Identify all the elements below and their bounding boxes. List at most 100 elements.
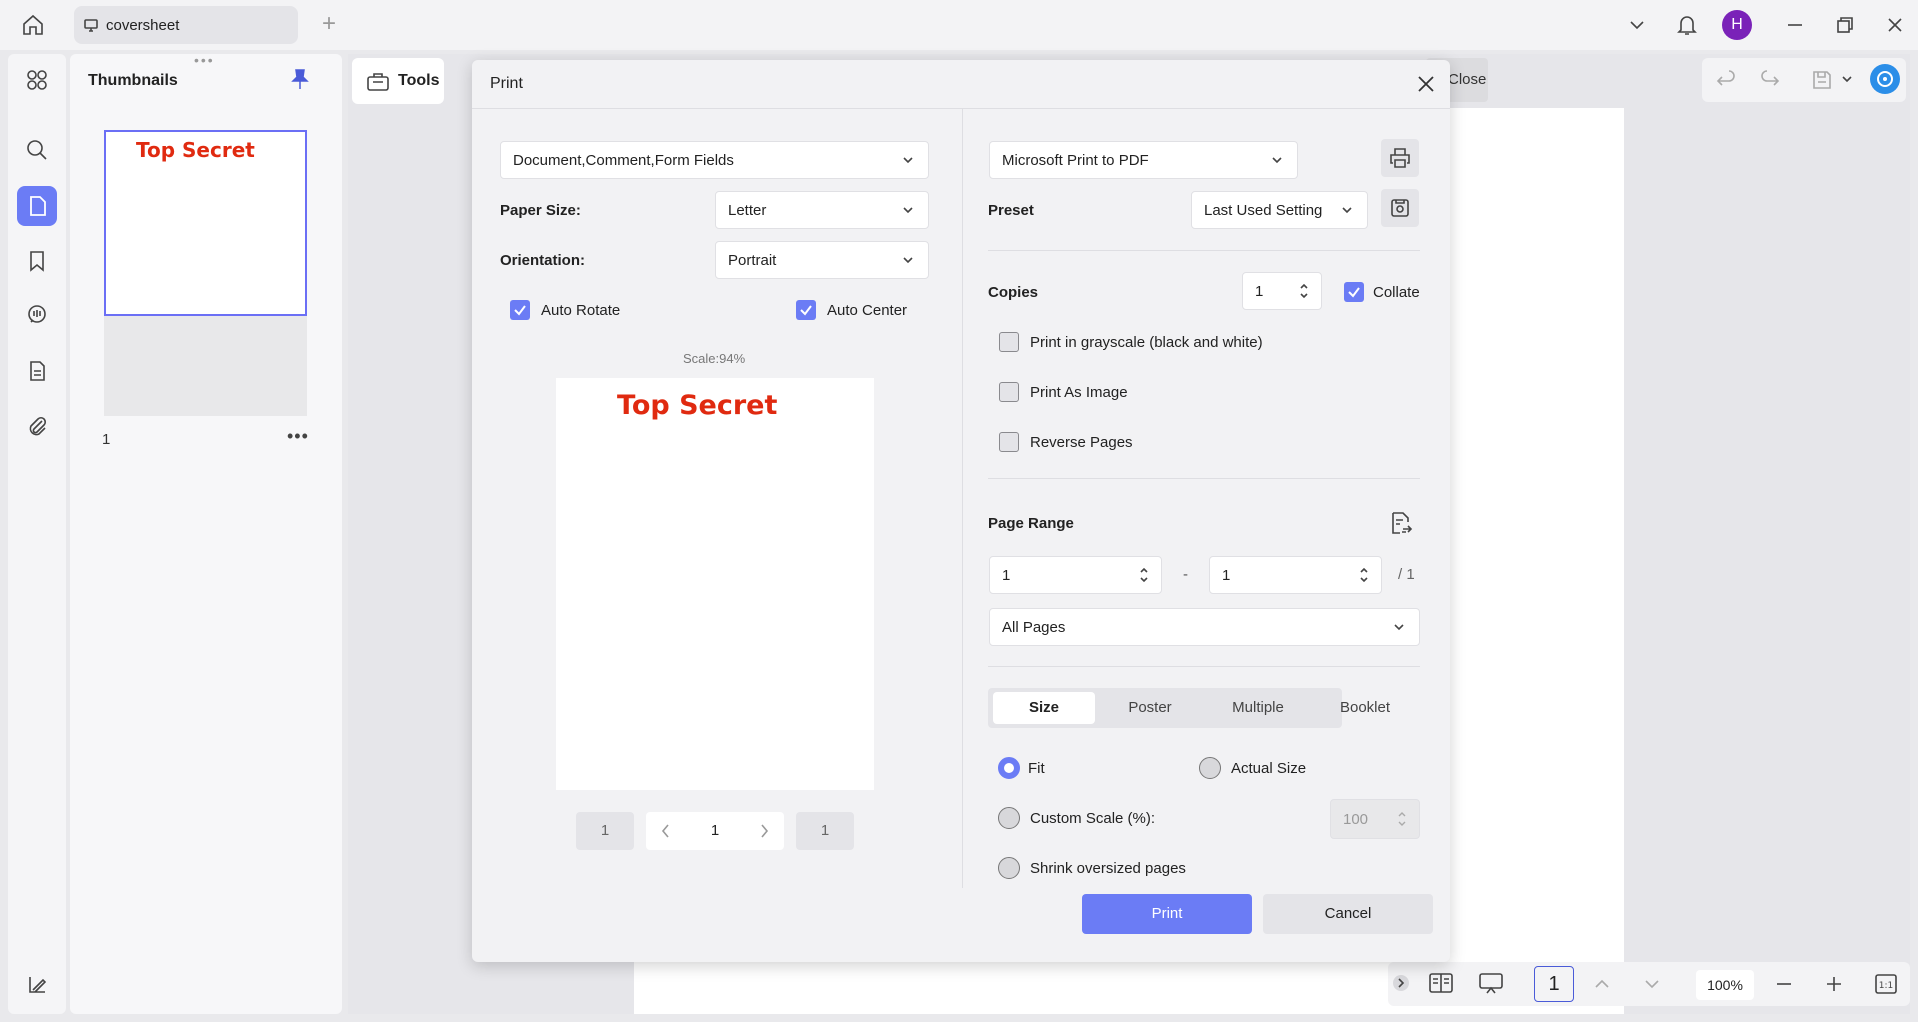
- current-page-input[interactable]: 1: [1534, 966, 1574, 1002]
- chevron-right-icon[interactable]: [758, 812, 770, 850]
- stepper-arrows-icon[interactable]: [1397, 809, 1407, 829]
- chevron-down-icon[interactable]: [1624, 12, 1650, 38]
- scale-label: Scale:94%: [683, 351, 746, 366]
- orientation-select[interactable]: Portrait: [715, 241, 929, 279]
- save-menu-chevron-icon[interactable]: [1840, 72, 1854, 86]
- toolbox-icon: [367, 73, 389, 91]
- comment-icon[interactable]: [17, 295, 57, 335]
- tools-label: Tools: [398, 72, 440, 89]
- page-range-label: Page Range: [988, 515, 1074, 532]
- custom-scale-stepper[interactable]: 100: [1330, 799, 1420, 839]
- pin-icon[interactable]: [290, 68, 310, 90]
- section-divider: [988, 478, 1420, 479]
- paper-size-select[interactable]: Letter: [715, 191, 929, 229]
- presentation-icon[interactable]: [1478, 971, 1504, 995]
- minimize-icon[interactable]: [1782, 12, 1808, 38]
- drag-handle[interactable]: •••: [194, 52, 215, 68]
- tab-poster[interactable]: Poster: [1099, 692, 1201, 724]
- form-icon[interactable]: [17, 351, 57, 391]
- print-button[interactable]: Print: [1082, 894, 1252, 934]
- zoom-level[interactable]: 100%: [1696, 970, 1754, 1000]
- grayscale-checkbox[interactable]: [999, 332, 1019, 352]
- page-layout-icon[interactable]: [1428, 971, 1454, 995]
- thumbnail-page-number: 1: [102, 431, 111, 448]
- print-as-image-label: Print As Image: [1030, 384, 1128, 401]
- auto-rotate-checkbox[interactable]: [510, 300, 530, 320]
- zoom-in-icon[interactable]: [1824, 974, 1844, 994]
- preset-label: Preset: [988, 202, 1034, 219]
- more-options-icon[interactable]: •••: [287, 426, 309, 447]
- dialog-divider: [472, 108, 1450, 109]
- redo-icon[interactable]: [1758, 68, 1782, 92]
- auto-center-checkbox[interactable]: [796, 300, 816, 320]
- preview-page-navigator: 1: [646, 812, 784, 850]
- restore-icon[interactable]: [1832, 12, 1858, 38]
- next-page-icon[interactable]: [1642, 974, 1662, 994]
- content-select[interactable]: Document,Comment,Form Fields: [500, 141, 929, 179]
- chevron-left-icon[interactable]: [660, 812, 672, 850]
- undo-icon[interactable]: [1714, 68, 1738, 92]
- ai-assistant-icon[interactable]: [1870, 64, 1900, 94]
- custom-scale-radio[interactable]: [998, 807, 1020, 829]
- collate-checkbox[interactable]: [1344, 282, 1364, 302]
- chevron-down-icon: [903, 157, 913, 164]
- collapse-arrow-icon[interactable]: [1392, 974, 1410, 992]
- section-divider: [988, 666, 1420, 667]
- stepper-arrows-icon[interactable]: [1299, 281, 1309, 301]
- actual-size-radio[interactable]: [1199, 757, 1221, 779]
- document-tab[interactable]: coversheet: [74, 6, 298, 44]
- tab-multiple[interactable]: Multiple: [1207, 692, 1309, 724]
- actual-size-label: Actual Size: [1231, 760, 1307, 777]
- cancel-button[interactable]: Cancel: [1263, 894, 1433, 934]
- bookmark-icon[interactable]: [17, 241, 57, 281]
- printer-select[interactable]: Microsoft Print to PDF: [989, 141, 1298, 179]
- range-dash: -: [1183, 566, 1188, 583]
- attachment-icon[interactable]: [17, 406, 57, 446]
- grid-icon[interactable]: [17, 60, 57, 100]
- add-tab-button[interactable]: +: [316, 12, 342, 38]
- range-to-stepper[interactable]: 1: [1209, 556, 1382, 594]
- range-from-stepper[interactable]: 1: [989, 556, 1162, 594]
- avatar[interactable]: H: [1722, 10, 1752, 40]
- reverse-pages-label: Reverse Pages: [1030, 434, 1133, 451]
- thumbnails-icon[interactable]: [17, 186, 57, 226]
- print-preview: [556, 378, 874, 790]
- zoom-out-icon[interactable]: [1774, 974, 1794, 994]
- preview-current-page[interactable]: 1: [711, 822, 719, 839]
- chevron-down-icon: [903, 257, 913, 264]
- monitor-icon: [84, 19, 98, 32]
- custom-scale-label: Custom Scale (%):: [1030, 810, 1156, 827]
- tools-button[interactable]: Tools: [352, 58, 444, 104]
- column-divider: [962, 108, 963, 888]
- page-range-select[interactable]: All Pages: [989, 608, 1420, 646]
- thumbnail-text: Top Secret: [136, 138, 255, 162]
- sidebar-toggle-icon[interactable]: [17, 964, 57, 1004]
- svg-text:1:1: 1:1: [1879, 981, 1893, 991]
- preset-select[interactable]: Last Used Setting: [1191, 191, 1368, 229]
- close-icon[interactable]: [1413, 71, 1439, 97]
- search-icon[interactable]: [17, 130, 57, 170]
- bell-icon[interactable]: [1674, 12, 1700, 38]
- previous-page-icon[interactable]: [1592, 974, 1612, 994]
- actual-size-icon[interactable]: 1:1: [1874, 972, 1898, 996]
- save-preset-button[interactable]: [1381, 189, 1419, 227]
- printer-icon: [1390, 148, 1410, 168]
- fit-radio[interactable]: [998, 757, 1020, 779]
- page-range-options-icon[interactable]: [1388, 510, 1414, 536]
- close-window-icon[interactable]: [1882, 12, 1908, 38]
- tab-size[interactable]: Size: [993, 692, 1095, 724]
- last-page-button[interactable]: 1: [796, 812, 854, 850]
- copies-stepper[interactable]: 1: [1242, 272, 1322, 310]
- printer-properties-button[interactable]: [1381, 139, 1419, 177]
- home-icon[interactable]: [20, 12, 54, 38]
- tab-booklet[interactable]: Booklet: [1314, 692, 1416, 724]
- reverse-pages-checkbox[interactable]: [999, 432, 1019, 452]
- save-icon[interactable]: [1810, 68, 1834, 92]
- first-page-button[interactable]: 1: [576, 812, 634, 850]
- stepper-arrows-icon[interactable]: [1139, 565, 1149, 585]
- stepper-arrows-icon[interactable]: [1359, 565, 1369, 585]
- shrink-oversized-radio[interactable]: [998, 857, 1020, 879]
- paper-size-label: Paper Size:: [500, 202, 581, 219]
- shrink-oversized-label: Shrink oversized pages: [1030, 860, 1186, 877]
- print-as-image-checkbox[interactable]: [999, 382, 1019, 402]
